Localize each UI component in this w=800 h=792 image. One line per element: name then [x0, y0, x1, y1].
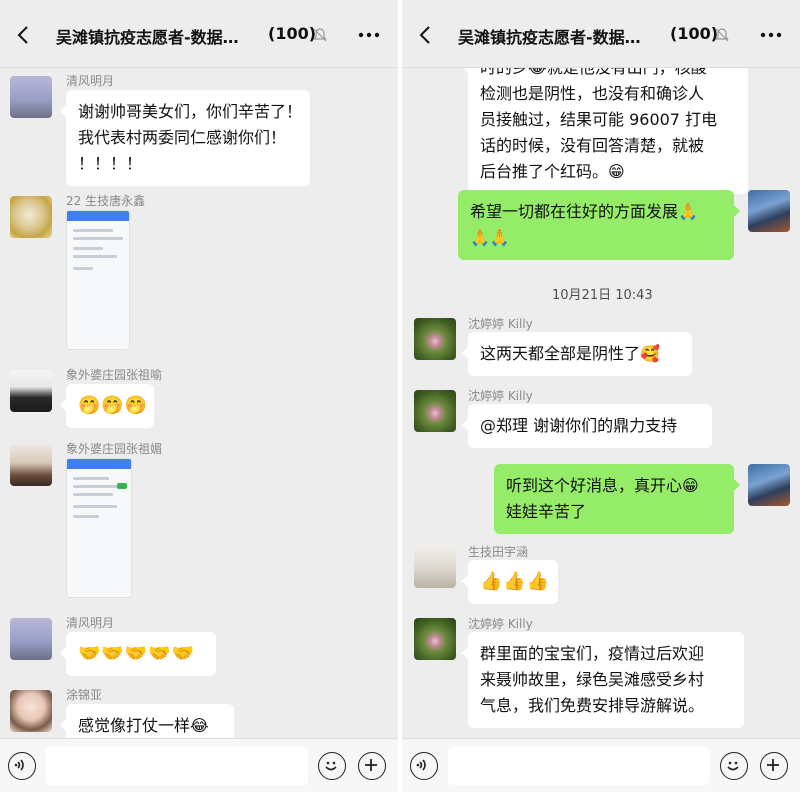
- message-list: 时的乡😂就是他没有出门，核酸 检测也是阴性，也没有和确诊人 员接触过，结果可能 …: [402, 68, 800, 738]
- sender-name: 生技田宇涵: [468, 545, 529, 559]
- message-bubble[interactable]: 🤭🤭🤭: [60, 384, 154, 428]
- left-chat-screen: 吴滩镇抗疫志愿者-数据… (100) 清风明月 谢谢帅哥美女们，你们辛苦了！ 我…: [0, 0, 398, 792]
- avatar[interactable]: [414, 546, 456, 588]
- message-emoji: 👍👍👍: [480, 571, 551, 592]
- message-text: 感觉像打仗一样😂: [78, 716, 209, 735]
- message-text: 群里面的宝宝们，疫情过后欢迎: [480, 644, 705, 663]
- avatar[interactable]: [10, 196, 52, 238]
- member-count: (100): [268, 24, 317, 43]
- back-arrow-icon[interactable]: [416, 24, 436, 46]
- more-dots-icon[interactable]: [758, 24, 784, 46]
- back-arrow-icon[interactable]: [14, 24, 34, 46]
- message-text: @郑理 谢谢你们的鼎力支持: [480, 416, 678, 435]
- message-text: 听到这个好消息，真开心😁: [506, 476, 699, 495]
- image-message[interactable]: [66, 210, 130, 350]
- avatar[interactable]: [10, 444, 52, 486]
- chat-header: 吴滩镇抗疫志愿者-数据… (100): [0, 0, 398, 68]
- sender-name: 清风明月: [66, 74, 115, 88]
- message-bubble[interactable]: 希望一切都在往好的方面发展🙏 🙏🙏: [458, 190, 740, 260]
- sender-name: 22 生技唐永鑫: [66, 194, 146, 208]
- message-text: 检测也是阴性，也没有和确诊人: [480, 84, 705, 103]
- sender-name: 沈婷婷 Killy: [468, 617, 533, 631]
- message-text: 🙏🙏: [470, 228, 510, 247]
- group-title: 吴滩镇抗疫志愿者-数据…: [56, 28, 239, 46]
- sender-name: 清风明月: [66, 616, 115, 630]
- avatar[interactable]: [10, 690, 52, 732]
- timestamp: 10月21日 10:43: [546, 282, 659, 305]
- avatar[interactable]: [414, 318, 456, 360]
- message-text: ！！！！: [78, 154, 143, 173]
- sender-name: 涂锦亚: [66, 688, 103, 702]
- emoji-icon[interactable]: [318, 752, 346, 780]
- avatar[interactable]: [10, 370, 52, 412]
- plus-icon[interactable]: [358, 752, 386, 780]
- avatar[interactable]: [10, 618, 52, 660]
- message-bubble[interactable]: 听到这个好消息，真开心😁 娃娃辛苦了: [494, 464, 740, 534]
- plus-icon[interactable]: [760, 752, 788, 780]
- bell-mute-icon: [313, 28, 327, 42]
- message-emoji: 🤝🤝🤝🤝🤝: [78, 643, 196, 664]
- input-bar: [0, 738, 398, 792]
- voice-icon[interactable]: [410, 752, 438, 780]
- message-text: 气息，我们免费安排导游解说。: [480, 696, 705, 715]
- message-input[interactable]: [46, 747, 308, 785]
- message-text: 谢谢帅哥美女们，你们辛苦了！: [78, 102, 303, 121]
- message-bubble[interactable]: 🤝🤝🤝🤝🤝: [60, 632, 216, 676]
- avatar[interactable]: [748, 464, 790, 506]
- sender-name: 象外婆庄园张祖喻: [66, 368, 163, 382]
- message-text: 这两天都全部是阴性了🥰: [480, 344, 660, 363]
- sender-name: 沈婷婷 Killy: [468, 389, 533, 403]
- message-bubble[interactable]: 👍👍👍: [462, 560, 558, 604]
- emoji-icon[interactable]: [720, 752, 748, 780]
- avatar[interactable]: [10, 76, 52, 118]
- message-text: 希望一切都在往好的方面发展🙏: [470, 202, 698, 221]
- avatar[interactable]: [414, 390, 456, 432]
- message-text: 时的乡😂就是他没有出门，核酸: [480, 68, 736, 81]
- message-list: 清风明月 谢谢帅哥美女们，你们辛苦了！ 我代表村两委同仁感谢你们！ ！！！！ 2…: [0, 68, 398, 738]
- avatar[interactable]: [414, 618, 456, 660]
- group-title: 吴滩镇抗疫志愿者-数据…: [458, 28, 641, 46]
- avatar[interactable]: [748, 190, 790, 232]
- message-emoji: 🤭🤭🤭: [78, 395, 149, 416]
- message-bubble[interactable]: 谢谢帅哥美女们，你们辛苦了！ 我代表村两委同仁感谢你们！ ！！！！: [60, 90, 310, 186]
- message-bubble[interactable]: @郑理 谢谢你们的鼎力支持: [462, 404, 712, 448]
- right-chat-screen: 吴滩镇抗疫志愿者-数据… (100) 时的乡😂就是他没有出门，核酸 检测也是阴性…: [402, 0, 800, 792]
- image-message[interactable]: [66, 458, 132, 598]
- member-count: (100): [670, 24, 719, 43]
- message-text: 我代表村两委同仁感谢你们！: [78, 128, 287, 147]
- sender-name: 沈婷婷 Killy: [468, 317, 533, 331]
- message-text: 员接触过，结果可能 96007 打电: [480, 110, 718, 129]
- bell-mute-icon: [715, 28, 729, 42]
- message-bubble[interactable]: 感觉像打仗一样😂: [60, 704, 234, 738]
- message-bubble[interactable]: 这两天都全部是阴性了🥰: [462, 332, 692, 376]
- more-dots-icon[interactable]: [356, 24, 382, 46]
- message-bubble[interactable]: 时的乡😂就是他没有出门，核酸 检测也是阴性，也没有和确诊人 员接触过，结果可能 …: [462, 68, 748, 194]
- message-text: 话的时候，没有回答清楚，就被: [480, 136, 705, 155]
- message-text: 来聂帅故里，绿色吴滩感受乡村: [480, 670, 705, 689]
- message-text: 后台推了个红码。😁: [480, 162, 625, 181]
- input-bar: [402, 738, 800, 792]
- message-bubble[interactable]: 群里面的宝宝们，疫情过后欢迎 来聂帅故里，绿色吴滩感受乡村 气息，我们免费安排导…: [462, 632, 744, 728]
- sender-name: 象外婆庄园张祖媚: [66, 442, 163, 456]
- message-input[interactable]: [448, 747, 710, 785]
- chat-header: 吴滩镇抗疫志愿者-数据… (100): [402, 0, 800, 68]
- message-text: 娃娃辛苦了: [506, 502, 587, 521]
- voice-icon[interactable]: [8, 752, 36, 780]
